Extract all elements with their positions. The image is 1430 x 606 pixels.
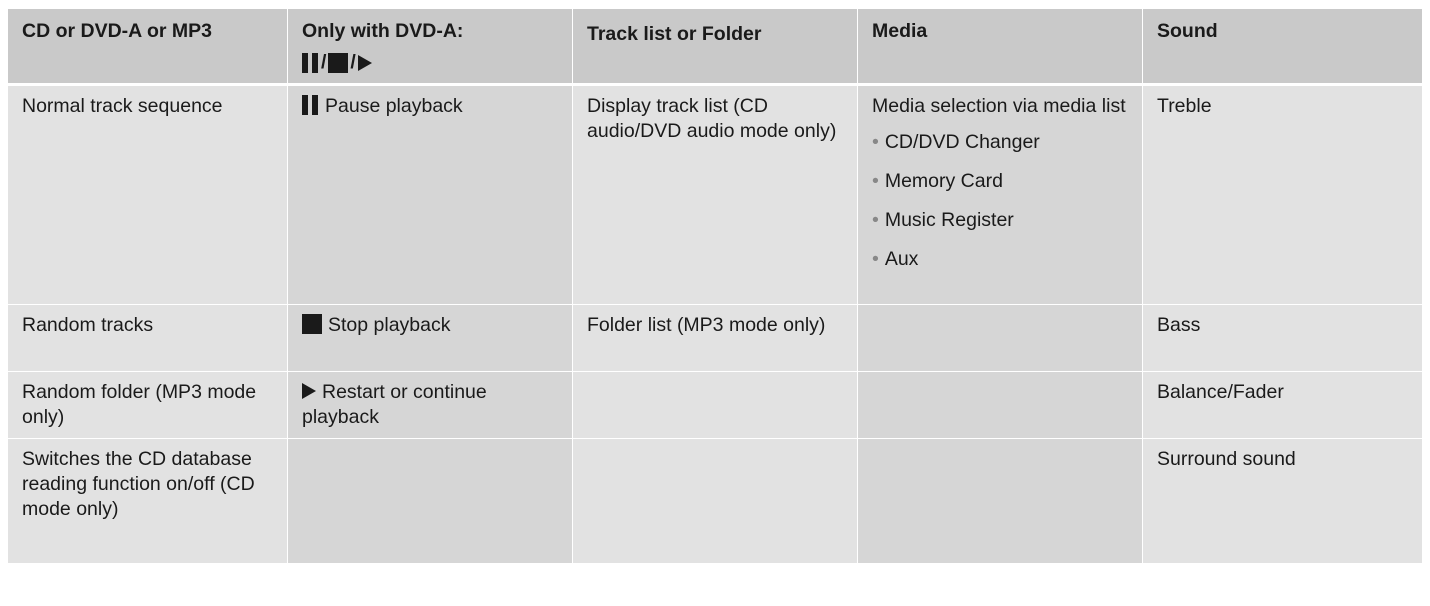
cell-dvd-a-option[interactable]: Restart or continue playback: [288, 372, 573, 439]
cell-cd-option[interactable]: Normal track sequence: [8, 86, 288, 305]
list-item[interactable]: Memory Card: [872, 162, 1128, 201]
table-row: Switches the CD database reading functio…: [8, 439, 1422, 564]
header-sound: Sound: [1143, 9, 1422, 86]
cell-dvd-a-option: [288, 439, 573, 564]
pause-icon: [302, 52, 319, 73]
list-item[interactable]: Aux: [872, 240, 1128, 279]
list-item[interactable]: CD/DVD Changer: [872, 123, 1128, 162]
play-icon: [302, 383, 316, 399]
cell-cd-option[interactable]: Switches the CD database reading functio…: [8, 439, 288, 564]
header-cd-dvd-mp3: CD or DVD-A or MP3: [8, 9, 288, 86]
cell-dvd-a-option[interactable]: Stop playback: [288, 305, 573, 372]
cell-track-list-option: [573, 439, 858, 564]
cell-cd-option[interactable]: Random tracks: [8, 305, 288, 372]
header-dvd-a-label: Only with DVD-A:: [302, 20, 464, 42]
symbol-separator: /: [321, 51, 327, 73]
cell-sound-option[interactable]: Treble: [1143, 86, 1422, 305]
table-row: Normal track sequence Pause playback Dis…: [8, 86, 1422, 305]
cell-sound-option[interactable]: Balance/Fader: [1143, 372, 1422, 439]
cell-dvd-a-label: Restart or continue playback: [302, 381, 487, 428]
cell-track-list-option: [573, 372, 858, 439]
cell-media-option[interactable]: Media selection via media list CD/DVD Ch…: [858, 86, 1143, 305]
list-item[interactable]: Music Register: [872, 201, 1128, 240]
cell-sound-option[interactable]: Surround sound: [1143, 439, 1422, 564]
media-list: CD/DVD Changer Memory Card Music Registe…: [872, 123, 1128, 279]
play-icon: [357, 54, 372, 71]
pause-icon: [302, 95, 319, 115]
stop-icon: [302, 314, 322, 334]
header-dvd-a: Only with DVD-A: / /: [288, 9, 573, 86]
media-selection-label: Media selection via media list: [872, 95, 1126, 117]
symbol-separator: /: [350, 51, 356, 73]
table-header-row: CD or DVD-A or MP3 Only with DVD-A: / / …: [8, 9, 1422, 86]
cell-track-list-option[interactable]: Display track list (CD audio/DVD audio m…: [573, 86, 858, 305]
cell-dvd-a-label: Stop playback: [328, 314, 451, 336]
cell-media-option: [858, 439, 1143, 564]
header-dvd-a-symbols: / /: [302, 50, 558, 75]
cell-media-option: [858, 305, 1143, 372]
cell-cd-option[interactable]: Random folder (MP3 mode only): [8, 372, 288, 439]
table-row: Random folder (MP3 mode only) Restart or…: [8, 372, 1422, 439]
cell-sound-option[interactable]: Bass: [1143, 305, 1422, 372]
table-row: Random tracks Stop playback Folder list …: [8, 305, 1422, 372]
header-media: Media: [858, 9, 1143, 86]
cell-track-list-option[interactable]: Folder list (MP3 mode only): [573, 305, 858, 372]
cell-dvd-a-option[interactable]: Pause playback: [288, 86, 573, 305]
cell-media-option: [858, 372, 1143, 439]
cell-dvd-a-label: Pause playback: [325, 95, 463, 117]
stop-icon: [328, 52, 349, 73]
function-table: CD or DVD-A or MP3 Only with DVD-A: / / …: [8, 9, 1422, 564]
header-track-list-folder: Track list or Folder: [573, 9, 858, 86]
